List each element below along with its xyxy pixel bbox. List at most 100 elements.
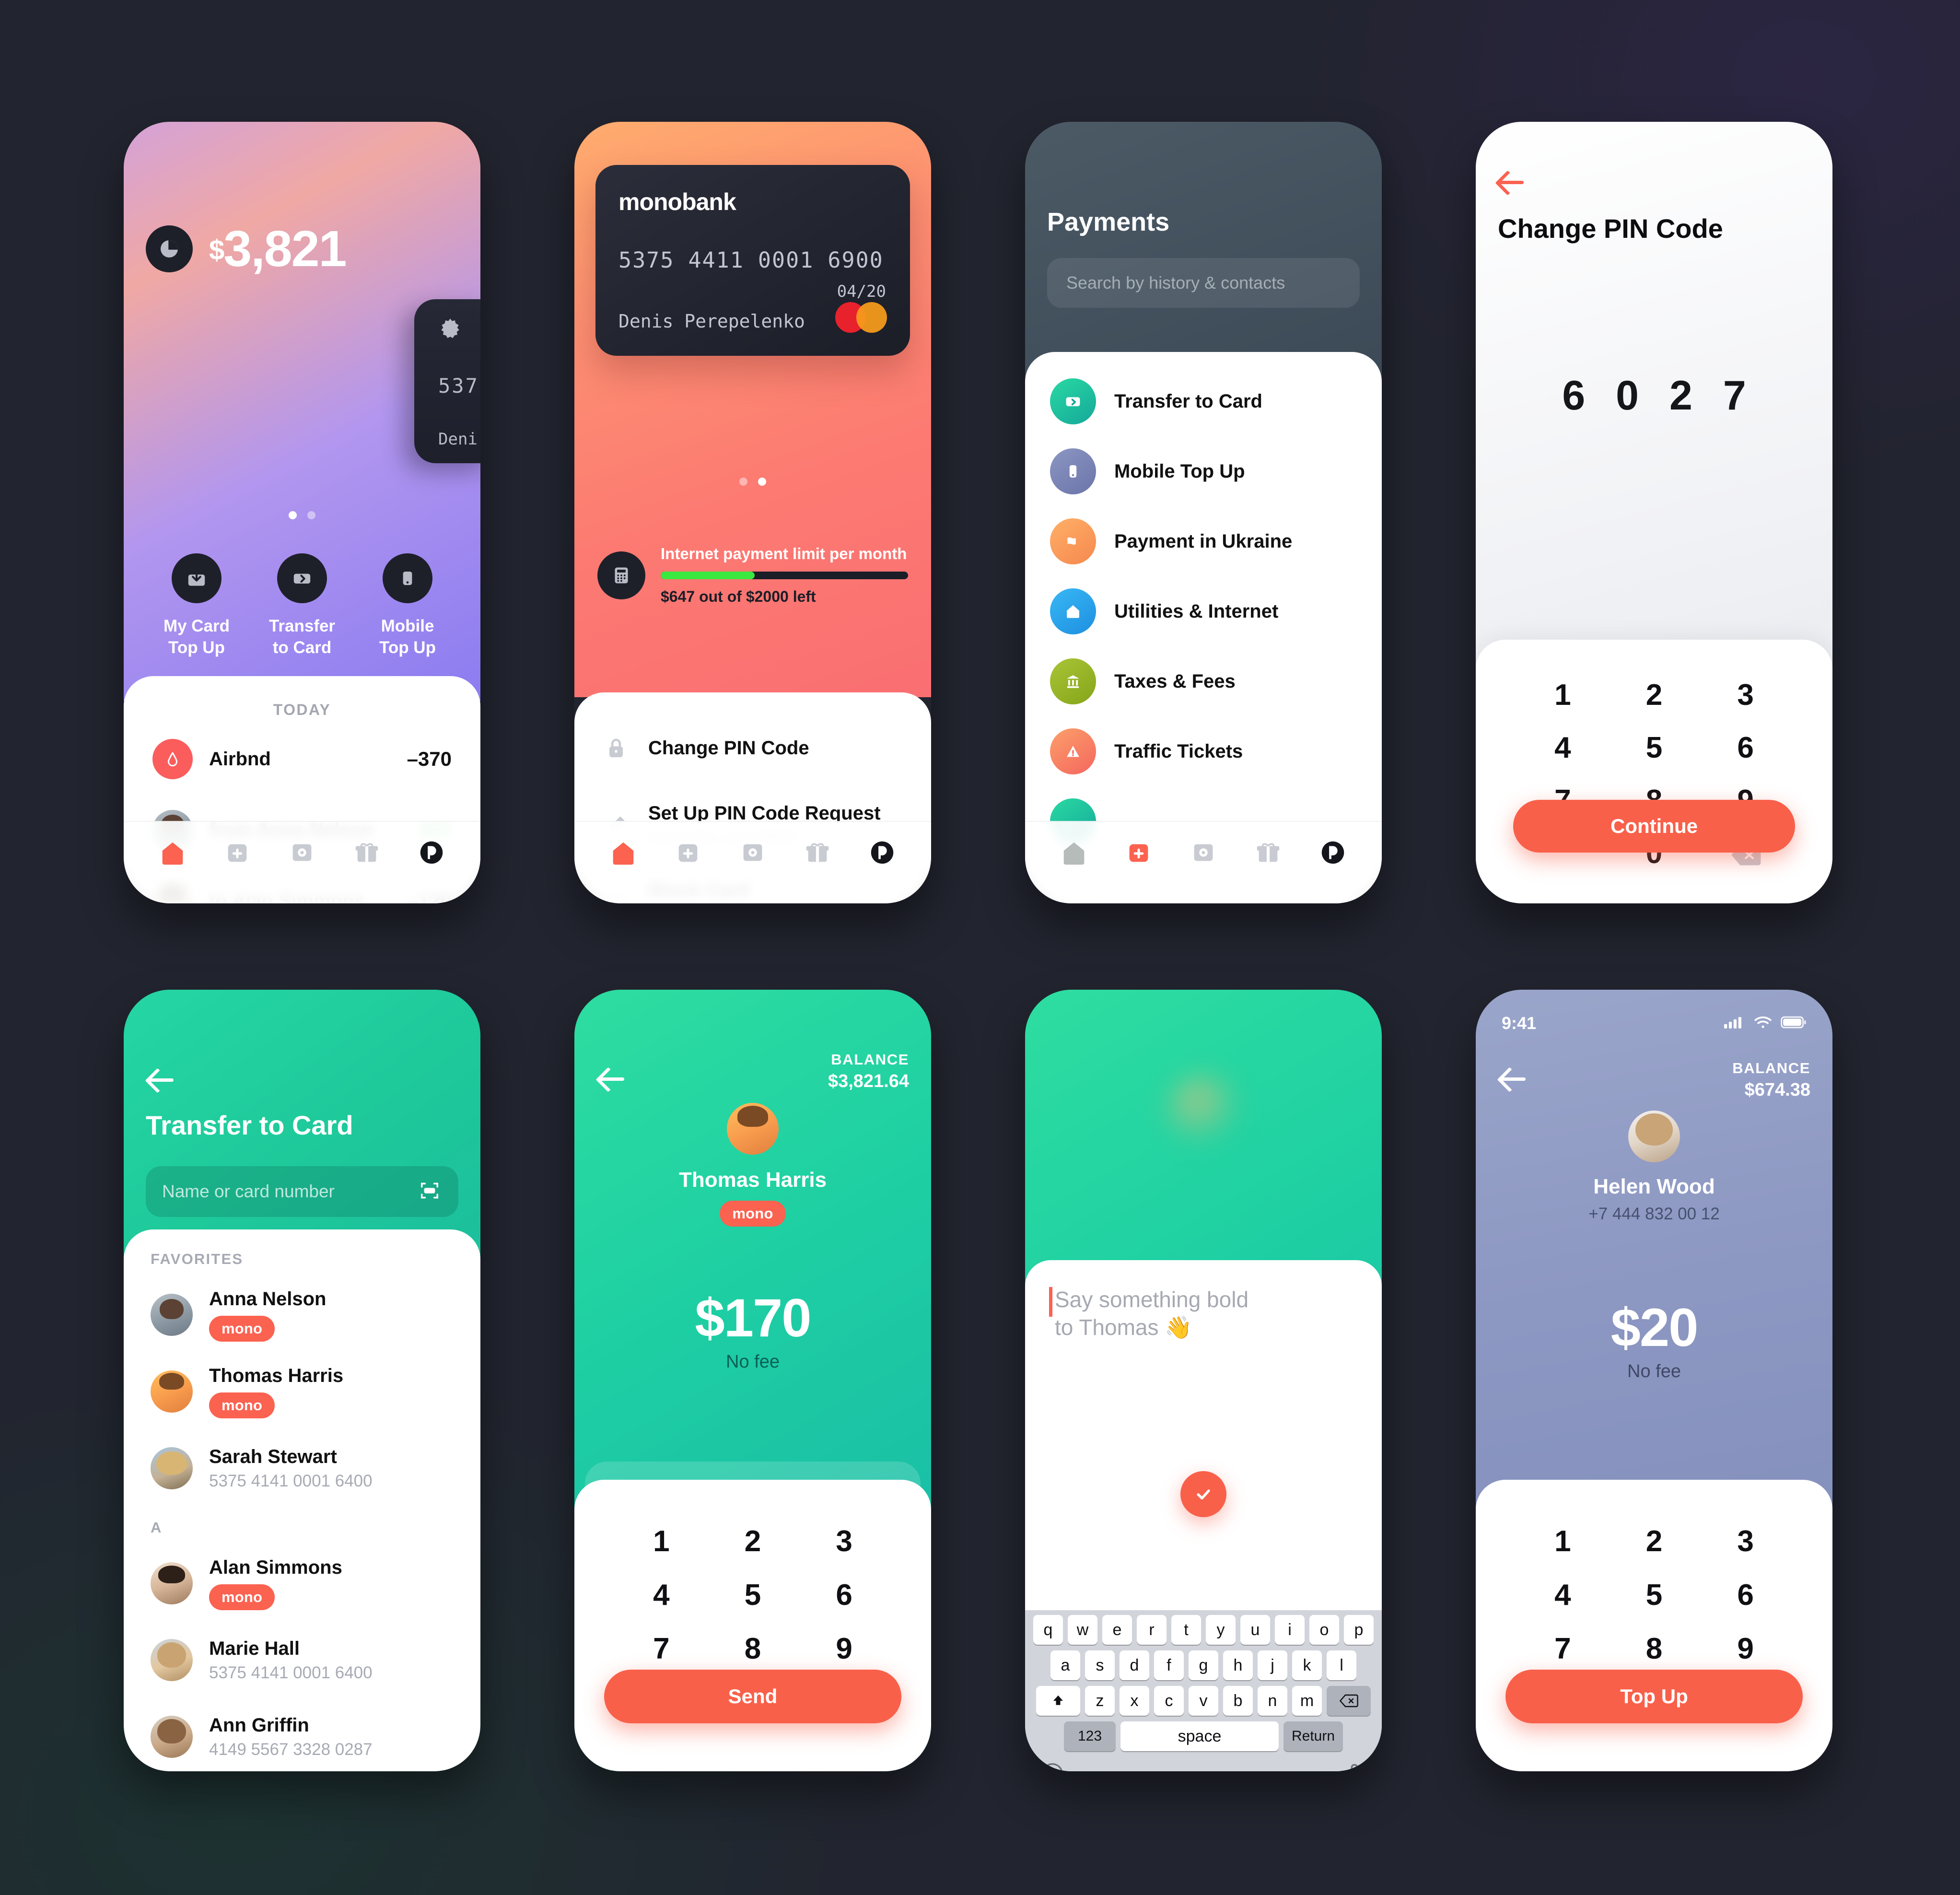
table-row[interactable]: Airbnd –370	[124, 724, 480, 795]
top-up-button[interactable]: Top Up	[1505, 1670, 1803, 1723]
keypad-key-4[interactable]: 4	[1517, 721, 1609, 774]
payment-item-mobile-top-up[interactable]: Mobile Top Up	[1025, 436, 1382, 506]
shift-key-icon[interactable]	[1036, 1686, 1080, 1716]
key-v[interactable]: v	[1189, 1686, 1218, 1716]
tab-profile[interactable]	[1315, 834, 1351, 871]
keypad-key-3[interactable]: 3	[1700, 1514, 1791, 1568]
keypad-key-3[interactable]: 3	[798, 1514, 890, 1568]
card-pager[interactable]	[574, 478, 931, 486]
back-button[interactable]	[146, 1064, 177, 1095]
scan-card-icon[interactable]	[417, 1178, 442, 1205]
send-button[interactable]: Send	[604, 1670, 901, 1723]
keypad-key-4[interactable]: 4	[616, 1568, 707, 1622]
confirm-comment-button[interactable]	[1180, 1471, 1226, 1517]
key-t[interactable]: t	[1171, 1615, 1201, 1645]
back-button[interactable]	[1496, 166, 1528, 198]
payment-item-payment-in-ukraine[interactable]: Payment in Ukraine	[1025, 506, 1382, 576]
key-l[interactable]: l	[1327, 1650, 1356, 1680]
card-pager[interactable]	[124, 511, 480, 519]
key-c[interactable]: c	[1154, 1686, 1184, 1716]
keypad-key-7[interactable]: 7	[1517, 1622, 1609, 1675]
key-z[interactable]: z	[1085, 1686, 1115, 1716]
amount-display[interactable]: $20 No fee	[1476, 1297, 1832, 1382]
key-a[interactable]: a	[1050, 1650, 1080, 1680]
keypad-key-2[interactable]: 2	[1609, 668, 1700, 721]
key-g[interactable]: g	[1189, 1650, 1218, 1680]
tab-profile[interactable]	[413, 834, 450, 871]
card-search-input[interactable]: Name or card number	[146, 1166, 458, 1217]
emoji-icon[interactable]	[1039, 1761, 1065, 1771]
keypad-key-2[interactable]: 2	[707, 1514, 799, 1568]
key-i[interactable]: i	[1275, 1615, 1305, 1645]
key-j[interactable]: j	[1258, 1650, 1287, 1680]
keypad-key-9[interactable]: 9	[1700, 1622, 1791, 1675]
list-item[interactable]: Anna Nelson mono	[124, 1276, 480, 1353]
bank-card[interactable]: monobank 5375 4411 0001 6900 04/20 Denis…	[595, 165, 910, 356]
comment-placeholder[interactable]: Say something bold to Thomas 👋	[1055, 1286, 1357, 1342]
list-item[interactable]: Ann Griffin 4149 5567 3328 0287	[124, 1698, 480, 1771]
back-button[interactable]	[1498, 1063, 1529, 1094]
keypad-key-8[interactable]: 8	[707, 1622, 799, 1675]
list-item[interactable]: Alan Simmons mono	[124, 1545, 480, 1622]
key-e[interactable]: e	[1102, 1615, 1132, 1645]
tab-home[interactable]	[605, 834, 642, 871]
list-item[interactable]: Marie Hall 5375 4141 0001 6400	[124, 1622, 480, 1698]
keypad-key-6[interactable]: 6	[1700, 1568, 1791, 1622]
backspace-key-icon[interactable]	[1327, 1686, 1371, 1716]
microphone-icon[interactable]	[1342, 1761, 1367, 1771]
keypad-key-5[interactable]: 5	[1609, 1568, 1700, 1622]
tab-add-card[interactable]	[219, 834, 256, 871]
return-key[interactable]: Return	[1283, 1721, 1343, 1751]
tab-savings[interactable]	[284, 834, 320, 871]
settings-card-peek[interactable]: 537 Deni	[414, 299, 480, 463]
key-k[interactable]: k	[1292, 1650, 1322, 1680]
pager-dot[interactable]	[289, 511, 297, 519]
gear-icon[interactable]	[437, 316, 463, 345]
pager-dot[interactable]	[758, 478, 766, 486]
key-r[interactable]: r	[1137, 1615, 1167, 1645]
key-p[interactable]: p	[1344, 1615, 1374, 1645]
payment-item-traffic-tickets[interactable]: Traffic Tickets	[1025, 716, 1382, 786]
keypad-key-7[interactable]: 7	[616, 1622, 707, 1675]
key-o[interactable]: o	[1309, 1615, 1339, 1645]
tab-add-card[interactable]	[1120, 834, 1157, 871]
tab-bonus[interactable]	[1250, 834, 1286, 871]
keypad-key-1[interactable]: 1	[616, 1514, 707, 1568]
key-u[interactable]: u	[1240, 1615, 1270, 1645]
key-q[interactable]: q	[1033, 1615, 1063, 1645]
list-item[interactable]: Thomas Harris mono	[124, 1353, 480, 1430]
tab-profile[interactable]	[864, 834, 900, 871]
key-w[interactable]: w	[1068, 1615, 1097, 1645]
key-d[interactable]: d	[1120, 1650, 1149, 1680]
keypad-key-1[interactable]: 1	[1517, 1514, 1609, 1568]
key-b[interactable]: b	[1223, 1686, 1253, 1716]
key-x[interactable]: x	[1120, 1686, 1149, 1716]
keypad-key-5[interactable]: 5	[707, 1568, 799, 1622]
pie-chart-icon[interactable]	[146, 225, 193, 272]
key-s[interactable]: s	[1085, 1650, 1115, 1680]
back-button[interactable]	[596, 1063, 628, 1094]
pager-dot[interactable]	[307, 511, 315, 519]
numbers-key[interactable]: 123	[1064, 1721, 1116, 1751]
payment-item-taxes-fees[interactable]: Taxes & Fees	[1025, 646, 1382, 716]
payment-item-transfer-to-card[interactable]: Transfer to Card	[1025, 366, 1382, 436]
continue-button[interactable]: Continue	[1513, 800, 1795, 853]
keypad-key-6[interactable]: 6	[1700, 721, 1791, 774]
key-m[interactable]: m	[1292, 1686, 1322, 1716]
tab-bonus[interactable]	[349, 834, 385, 871]
keypad-key-4[interactable]: 4	[1517, 1568, 1609, 1622]
keypad-key-9[interactable]: 9	[798, 1622, 890, 1675]
payment-item-utilities-internet[interactable]: Utilities & Internet	[1025, 576, 1382, 646]
tab-add-card[interactable]	[670, 834, 706, 871]
key-f[interactable]: f	[1154, 1650, 1184, 1680]
keypad-key-5[interactable]: 5	[1609, 721, 1700, 774]
tab-savings[interactable]	[735, 834, 771, 871]
list-item[interactable]: Sarah Stewart 5375 4141 0001 6400	[124, 1430, 480, 1507]
option-change-pin[interactable]: Change PIN Code	[574, 710, 931, 786]
keypad-key-8[interactable]: 8	[1609, 1622, 1700, 1675]
key-y[interactable]: y	[1206, 1615, 1236, 1645]
tab-savings[interactable]	[1185, 834, 1222, 871]
quick-action-transfer-to-card[interactable]: Transfer to Card	[257, 553, 348, 659]
pager-dot[interactable]	[739, 478, 747, 486]
quick-action-mobile-top-up[interactable]: Mobile Top Up	[362, 553, 453, 659]
